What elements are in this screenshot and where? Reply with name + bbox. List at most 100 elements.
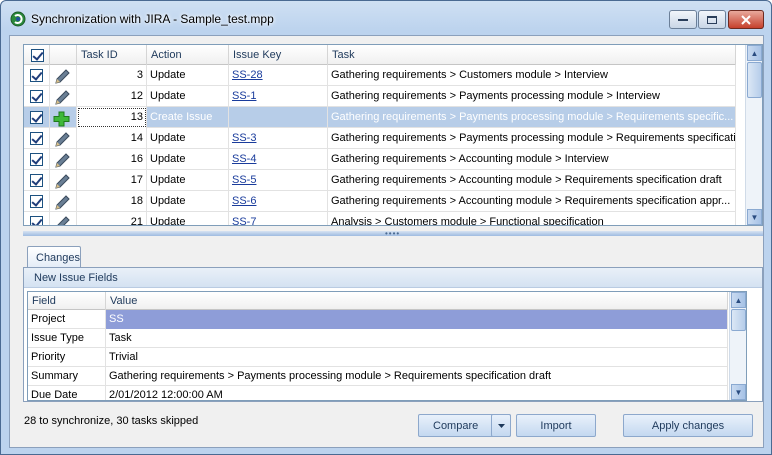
tab-changes[interactable]: Changes (27, 246, 81, 268)
task-cell: Gathering requirements > Payments proces… (328, 107, 736, 128)
row-checkbox[interactable] (30, 153, 43, 166)
action-cell: Update (147, 128, 229, 149)
task-cell: Gathering requirements > Payments proces… (328, 86, 736, 107)
row-checkbox[interactable] (30, 174, 43, 187)
scroll-thumb[interactable] (747, 62, 762, 98)
table-row[interactable]: 21 Update SS-7 Analysis > Customers modu… (24, 212, 736, 225)
field-row[interactable]: Due Date 2/01/2012 12:00:00 AM (28, 386, 728, 400)
group-header: New Issue Fields (24, 268, 762, 288)
close-button[interactable] (728, 10, 764, 29)
table-row[interactable]: 18 Update SS-6 Gathering requirements > … (24, 191, 736, 212)
action-cell: Update (147, 170, 229, 191)
compare-dropdown-button[interactable] (491, 414, 511, 437)
apply-changes-button[interactable]: Apply changes (623, 414, 753, 437)
fields-grid-scrollbar[interactable]: ▲ ▼ (729, 292, 746, 400)
scroll-up-icon[interactable]: ▲ (747, 45, 762, 61)
compare-label: Compare (433, 419, 479, 432)
field-row[interactable]: Priority Trivial (28, 348, 728, 367)
issue-key-link[interactable]: SS-3 (232, 132, 256, 144)
task-id-cell: 21 (77, 212, 147, 225)
import-button[interactable]: Import (516, 414, 596, 437)
issue-key-cell (229, 107, 328, 128)
grid-header: Task ID Action Issue Key Task (24, 45, 736, 65)
header-task-id[interactable]: Task ID (77, 45, 147, 65)
maximize-button[interactable] (698, 10, 726, 29)
issue-key-link[interactable]: SS-7 (232, 216, 256, 225)
plus-icon (53, 111, 70, 127)
field-row[interactable]: Summary Gathering requirements > Payment… (28, 367, 728, 386)
table-row[interactable]: 12 Update SS-1 Gathering requirements > … (24, 86, 736, 107)
header-action[interactable]: Action (147, 45, 229, 65)
row-checkbox[interactable] (30, 195, 43, 208)
sync-window: Synchronization with JIRA - Sample_test.… (0, 0, 772, 455)
issue-key-link[interactable]: SS-28 (232, 69, 263, 81)
sync-tasks-grid[interactable]: Task ID Action Issue Key Task 3 Update S… (23, 44, 763, 226)
header-task[interactable]: Task (328, 45, 736, 65)
task-id-cell: 18 (77, 191, 147, 212)
action-cell: Create Issue (147, 107, 229, 128)
minimize-icon (678, 18, 688, 21)
task-cell: Gathering requirements > Customers modul… (328, 65, 736, 86)
table-row[interactable]: 16 Update SS-4 Gathering requirements > … (24, 149, 736, 170)
maximize-icon (707, 15, 717, 24)
field-value[interactable]: 2/01/2012 12:00:00 AM (106, 386, 728, 400)
scroll-down-icon[interactable]: ▼ (747, 209, 762, 225)
task-cell: Analysis > Customers module > Functional… (328, 212, 736, 225)
header-issue-key[interactable]: Issue Key (229, 45, 328, 65)
issue-key-link[interactable]: SS-4 (232, 153, 256, 165)
issue-fields-grid[interactable]: Field Value Project SS Issue Type Task P… (27, 291, 747, 401)
table-row[interactable]: 3 Update SS-28 Gathering requirements > … (24, 65, 736, 86)
minimize-button[interactable] (669, 10, 697, 29)
header-select-all[interactable] (24, 45, 50, 65)
pencil-icon (55, 69, 70, 84)
dialog-client-area: Task ID Action Issue Key Task 3 Update S… (9, 35, 764, 448)
row-checkbox[interactable] (30, 90, 43, 103)
issue-key-link[interactable]: SS-6 (232, 195, 256, 207)
row-checkbox[interactable] (30, 69, 43, 82)
task-id-cell[interactable]: 13 (77, 107, 147, 128)
table-row[interactable]: 14 Update SS-3 Gathering requirements > … (24, 128, 736, 149)
issue-key-link[interactable]: SS-1 (232, 90, 256, 102)
table-row-selected[interactable]: 13 Create Issue Gathering requirements >… (24, 107, 736, 128)
task-id-cell: 16 (77, 149, 147, 170)
field-row[interactable]: Project SS (28, 310, 728, 329)
pencil-icon (55, 153, 70, 168)
pencil-icon (55, 132, 70, 147)
scroll-thumb[interactable] (731, 309, 746, 331)
scroll-up-icon[interactable]: ▲ (731, 292, 746, 308)
jira-app-icon (10, 11, 26, 27)
issue-key-link[interactable]: SS-5 (232, 174, 256, 186)
action-cell: Update (147, 212, 229, 225)
pencil-icon (57, 216, 70, 225)
scroll-down-icon[interactable]: ▼ (731, 384, 746, 400)
close-icon (741, 14, 751, 25)
task-id-cell: 3 (77, 65, 147, 86)
row-checkbox[interactable] (30, 132, 43, 145)
splitter-grip-icon: •••• (385, 229, 401, 238)
chevron-down-icon (497, 423, 505, 428)
field-name: Issue Type (28, 329, 106, 348)
task-cell: Gathering requirements > Payments proces… (328, 128, 736, 149)
table-row[interactable]: 17 Update SS-5 Gathering requirements > … (24, 170, 736, 191)
field-value[interactable]: SS (106, 310, 728, 329)
field-value[interactable]: Gathering requirements > Payments proces… (106, 367, 728, 386)
field-row[interactable]: Issue Type Task (28, 329, 728, 348)
panel-splitter[interactable]: •••• (23, 229, 763, 238)
pencil-icon (55, 195, 70, 210)
title-bar[interactable]: Synchronization with JIRA - Sample_test.… (1, 1, 771, 35)
header-field[interactable]: Field (28, 292, 106, 310)
header-value[interactable]: Value (106, 292, 728, 310)
field-value[interactable]: Task (106, 329, 728, 348)
action-cell: Update (147, 86, 229, 107)
window-title: Synchronization with JIRA - Sample_test.… (31, 12, 274, 26)
task-cell: Gathering requirements > Accounting modu… (328, 170, 736, 191)
row-checkbox[interactable] (30, 111, 43, 124)
field-name: Project (28, 310, 106, 329)
field-value[interactable]: Trivial (106, 348, 728, 367)
select-all-checkbox[interactable] (31, 49, 44, 62)
tasks-grid-scrollbar[interactable]: ▲ ▼ (745, 45, 762, 225)
task-id-cell: 12 (77, 86, 147, 107)
task-cell: Gathering requirements > Accounting modu… (328, 149, 736, 170)
row-checkbox[interactable] (30, 216, 43, 225)
changes-panel: New Issue Fields Field Value Project SS … (23, 267, 763, 402)
